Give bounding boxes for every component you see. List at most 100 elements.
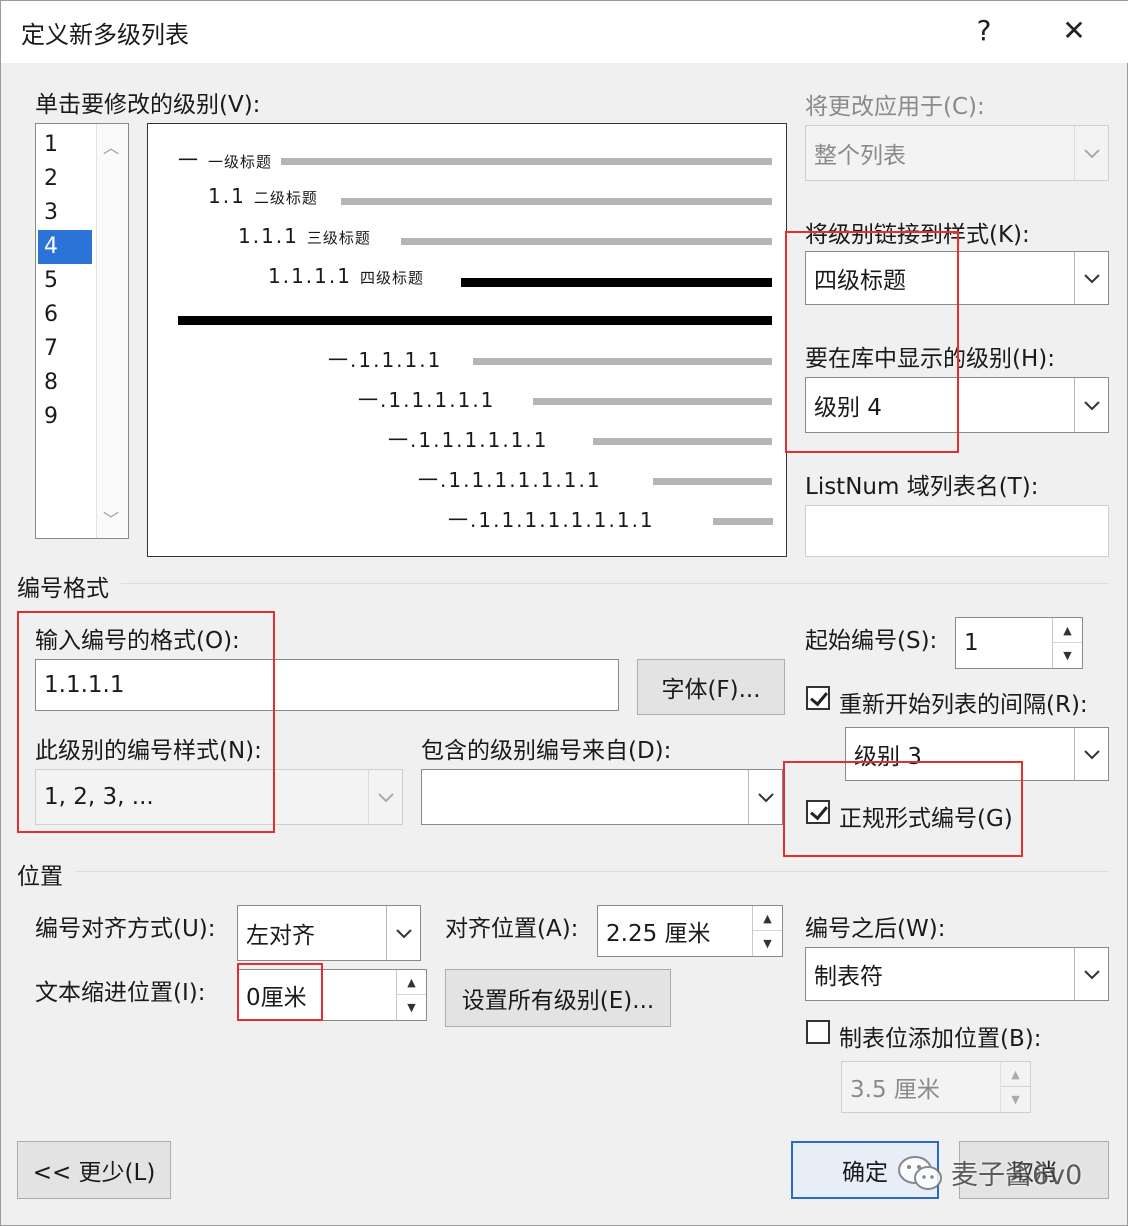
preview-number: 1.1 xyxy=(208,184,246,208)
preview-caption: 三级标题 xyxy=(306,229,371,247)
include-level-label: 包含的级别编号来自(D): xyxy=(421,738,672,764)
chevron-down-icon[interactable] xyxy=(1074,252,1108,304)
preview-line xyxy=(533,398,772,405)
preview-line xyxy=(653,478,772,485)
restart-label: 重新开始列表的间隔(R): xyxy=(839,692,1088,718)
preview-row: 一.1.1.1.1.1.1.1.1 xyxy=(448,504,655,533)
level-item[interactable]: 9 xyxy=(38,400,92,434)
listnum-input[interactable] xyxy=(805,505,1109,557)
chevron-down-icon[interactable] xyxy=(1074,948,1108,1000)
set-all-levels-button[interactable]: 设置所有级别(E)... xyxy=(445,969,671,1027)
follow-with-value: 制表符 xyxy=(814,964,883,990)
preview-number: 一.1.1.1.1.1.1.1 xyxy=(418,468,602,492)
format-input[interactable]: 1.1.1.1 xyxy=(35,659,619,711)
level-list-scrollbar[interactable]: ︿ ﹀ xyxy=(96,124,128,538)
alignment-combo[interactable]: 左对齐 xyxy=(237,905,421,961)
spin-down-icon[interactable]: ▼ xyxy=(1053,643,1082,668)
tab-stop-spin-buttons: ▲ ▼ xyxy=(1000,1062,1030,1112)
follow-with-label: 编号之后(W): xyxy=(805,916,946,942)
chevron-down-icon[interactable] xyxy=(748,770,782,824)
spin-down-icon: ▼ xyxy=(1011,1093,1020,1106)
aligned-at-label: 对齐位置(A): xyxy=(445,916,579,942)
preview-number: 1.1.1 xyxy=(238,224,299,248)
spin-up-icon[interactable]: ▲ xyxy=(753,906,782,931)
preview-row: 一一级标题 xyxy=(178,144,272,173)
legal-numbering-label: 正规形式编号(G) xyxy=(839,806,1013,832)
chevron-down-icon[interactable] xyxy=(1074,378,1108,432)
text-indent-spin-buttons[interactable]: ▲ ▼ xyxy=(396,970,426,1020)
restart-level-combo[interactable]: 级别 3 xyxy=(845,727,1109,781)
link-style-value: 四级标题 xyxy=(814,268,906,294)
watermark-text: 麦子酱6v0 xyxy=(951,1160,1083,1191)
legal-numbering-checkbox[interactable] xyxy=(806,800,830,824)
preview-row: 一.1.1.1.1.1 xyxy=(358,384,495,413)
level-item[interactable]: 6 xyxy=(38,298,92,332)
aligned-at-spin-buttons[interactable]: ▲ ▼ xyxy=(752,906,782,956)
aligned-at-spinner[interactable]: 2.25 厘米 ▲ ▼ xyxy=(597,905,783,957)
gallery-level-label: 要在库中显示的级别(H): xyxy=(805,346,1055,372)
level-item[interactable]: 2 xyxy=(38,162,92,196)
dialog-title: 定义新多级列表 xyxy=(21,21,189,49)
chevron-down-icon xyxy=(368,770,402,824)
preview-caption: 一级标题 xyxy=(208,153,273,171)
text-indent-value: 0厘米 xyxy=(246,985,307,1011)
close-button[interactable]: ✕ xyxy=(1049,11,1099,51)
preview-number: 一.1.1.1.1.1 xyxy=(358,388,496,412)
preview-caption: 二级标题 xyxy=(253,189,318,207)
level-preview: 一一级标题 1.1 二级标题 1.1.1 三级标题 1.1.1.1 四级标题 一.1.1.1.… xyxy=(147,123,787,557)
preview-row: 一.1.1.1.1 xyxy=(328,344,442,373)
preview-line xyxy=(461,278,772,287)
level-item[interactable]: 5 xyxy=(38,264,92,298)
number-style-value: 1, 2, 3, ... xyxy=(44,784,154,810)
tab-stop-spinner: 3.5 厘米 ▲ ▼ xyxy=(841,1061,1031,1113)
text-indent-spinner[interactable]: 0厘米 ▲ ▼ xyxy=(237,969,427,1021)
title-bar: 定义新多级列表 ? ✕ xyxy=(1,1,1128,63)
start-at-spin-buttons[interactable]: ▲ ▼ xyxy=(1052,618,1082,668)
gallery-level-combo[interactable]: 级别 4 xyxy=(805,377,1109,433)
link-style-label: 将级别链接到样式(K): xyxy=(805,222,1030,248)
preview-line xyxy=(473,358,772,365)
level-item[interactable]: 1 xyxy=(38,128,92,162)
preview-line xyxy=(713,518,773,525)
wechat-icon xyxy=(898,1155,942,1190)
number-style-label: 此级别的编号样式(N): xyxy=(35,738,262,764)
preview-row: 1.1 二级标题 xyxy=(208,184,318,208)
number-style-combo: 1, 2, 3, ... xyxy=(35,769,403,825)
chevron-down-icon[interactable] xyxy=(386,906,420,960)
tab-stop-checkbox[interactable] xyxy=(806,1020,830,1044)
alignment-value: 左对齐 xyxy=(246,923,315,949)
level-list[interactable]: ︿ ﹀ 123456789 xyxy=(35,123,129,539)
restart-level-value: 级别 3 xyxy=(854,744,922,770)
gallery-level-value: 级别 4 xyxy=(814,395,882,421)
spin-up-icon[interactable]: ▲ xyxy=(397,970,426,995)
format-input-value: 1.1.1.1 xyxy=(44,672,125,698)
spin-up-icon[interactable]: ▲ xyxy=(1053,618,1082,643)
scroll-down-icon[interactable]: ﹀ xyxy=(103,506,119,530)
chevron-down-icon xyxy=(1074,126,1108,180)
restart-checkbox[interactable] xyxy=(806,686,830,710)
preview-number: 1.1.1.1 xyxy=(268,264,352,288)
less-button[interactable]: << 更少(L) xyxy=(17,1141,171,1199)
help-button[interactable]: ? xyxy=(959,11,1009,51)
link-style-combo[interactable]: 四级标题 xyxy=(805,251,1109,305)
font-button[interactable]: 字体(F)... xyxy=(637,659,785,715)
apply-to-value: 整个列表 xyxy=(814,143,906,169)
scroll-up-icon[interactable]: ︿ xyxy=(103,134,119,158)
aligned-at-value: 2.25 厘米 xyxy=(606,921,711,947)
apply-to-combo: 整个列表 xyxy=(805,125,1109,181)
chevron-down-icon[interactable] xyxy=(1074,728,1108,780)
preview-number: 一.1.1.1.1.1.1.1.1 xyxy=(448,508,655,532)
spin-down-icon[interactable]: ▼ xyxy=(753,931,782,956)
spin-down-icon[interactable]: ▼ xyxy=(397,995,426,1020)
level-item[interactable]: 4 xyxy=(38,230,92,264)
include-level-combo[interactable] xyxy=(421,769,783,825)
apply-to-label: 将更改应用于(C): xyxy=(805,94,985,120)
alignment-label: 编号对齐方式(U): xyxy=(35,916,216,942)
follow-with-combo[interactable]: 制表符 xyxy=(805,947,1109,1001)
level-item[interactable]: 3 xyxy=(38,196,92,230)
level-item[interactable]: 7 xyxy=(38,332,92,366)
start-at-spinner[interactable]: 1 ▲ ▼ xyxy=(955,617,1083,669)
number-format-section-title: 编号格式 xyxy=(17,576,109,602)
level-item[interactable]: 8 xyxy=(38,366,92,400)
preview-line xyxy=(178,316,772,325)
